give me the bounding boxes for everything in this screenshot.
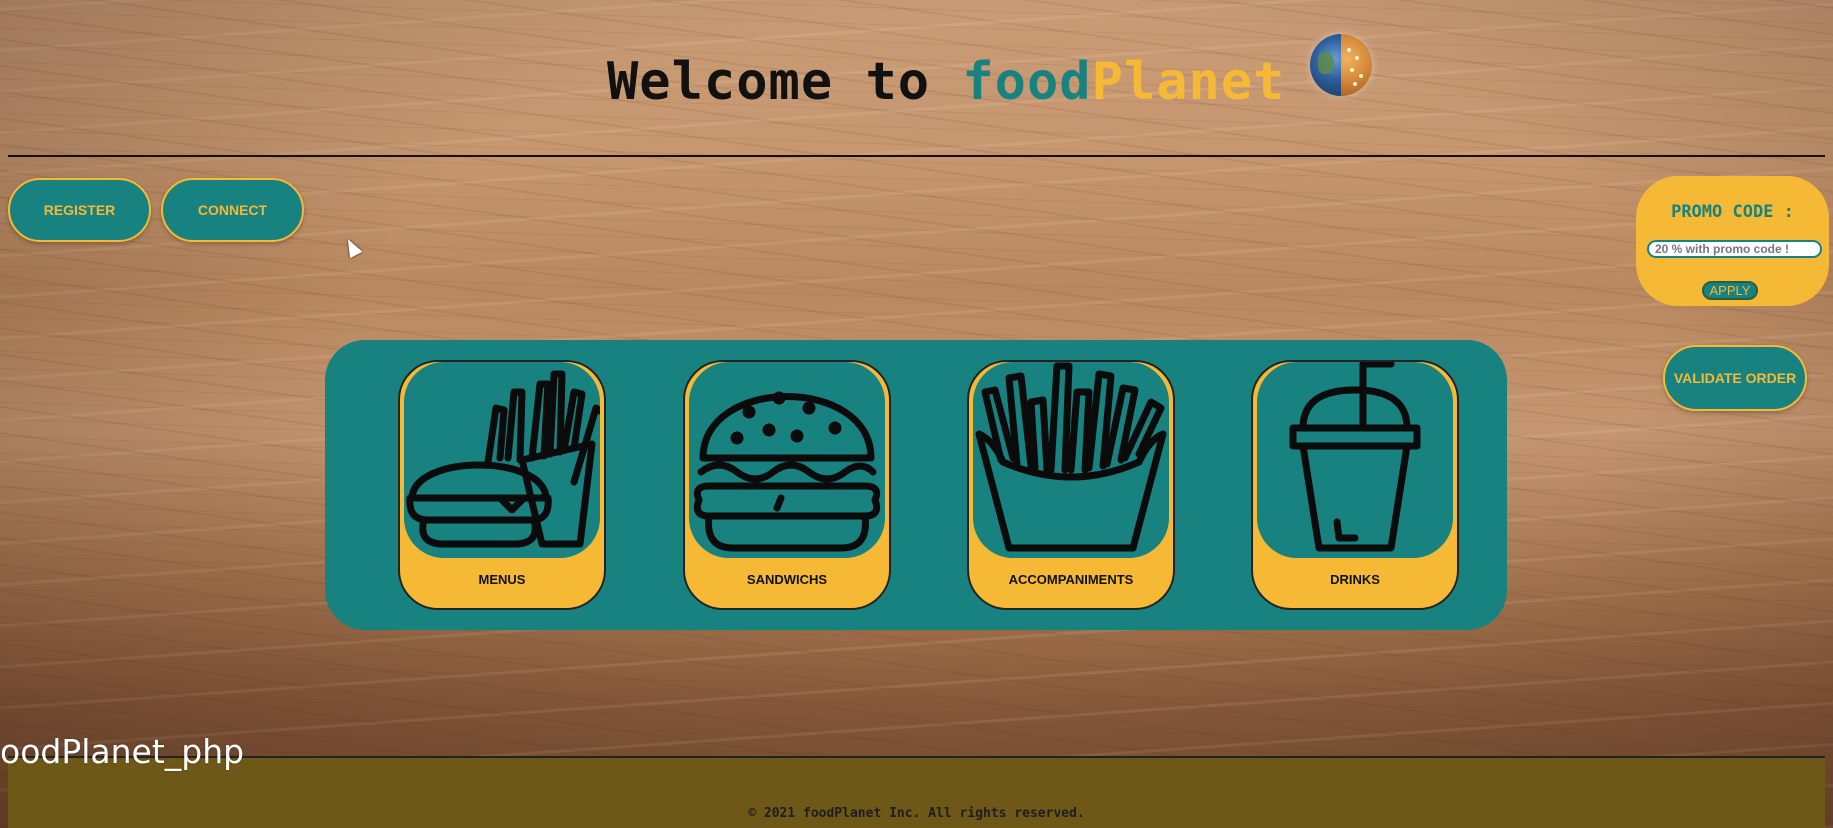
- category-card-drinks[interactable]: DRINKS: [1251, 360, 1459, 610]
- category-card-sandwichs[interactable]: SANDWICHS: [683, 360, 891, 610]
- category-card-accompaniments[interactable]: ACCOMPANIMENTS: [967, 360, 1175, 610]
- burger-fries-icon: [404, 362, 600, 558]
- burger-icon: [689, 362, 885, 558]
- category-label: ACCOMPANIMENTS: [1008, 572, 1134, 587]
- page-title: Welcome to foodPlanet: [607, 52, 1285, 112]
- globe-icon: [1310, 34, 1372, 96]
- brand-planet: Planet: [1091, 52, 1286, 112]
- globe-food-half: [1341, 34, 1372, 96]
- promo-title: PROMO CODE :: [1671, 202, 1794, 222]
- category-label: DRINKS: [1330, 572, 1380, 587]
- title-prefix: Welcome to: [607, 52, 963, 112]
- categories-panel: MENUS SANDWICHS ACCOMPANIMENTS DRINKS: [325, 340, 1507, 630]
- footer: © 2021 foodPlanet Inc. All rights reserv…: [8, 758, 1825, 828]
- fries-icon: [973, 362, 1169, 558]
- header-divider: [8, 155, 1825, 157]
- mouse-cursor-icon: [341, 235, 363, 259]
- drink-cup-icon: [1257, 362, 1453, 558]
- brand-food: food: [962, 52, 1092, 112]
- globe-earth-half: [1310, 34, 1341, 96]
- register-button[interactable]: REGISTER: [8, 178, 151, 242]
- window-title-overlay: oodPlanet_php: [0, 732, 245, 771]
- category-card-menus[interactable]: MENUS: [398, 360, 606, 610]
- category-label: MENUS: [478, 572, 526, 587]
- apply-button[interactable]: APPLY: [1702, 281, 1758, 300]
- promo-code-input[interactable]: [1647, 240, 1822, 258]
- connect-button[interactable]: CONNECT: [161, 178, 304, 242]
- promo-panel: PROMO CODE : APPLY: [1636, 176, 1829, 306]
- footer-copyright: © 2021 foodPlanet Inc. All rights reserv…: [748, 806, 1085, 821]
- category-label: SANDWICHS: [746, 572, 828, 587]
- validate-order-button[interactable]: VALIDATE ORDER: [1663, 345, 1807, 411]
